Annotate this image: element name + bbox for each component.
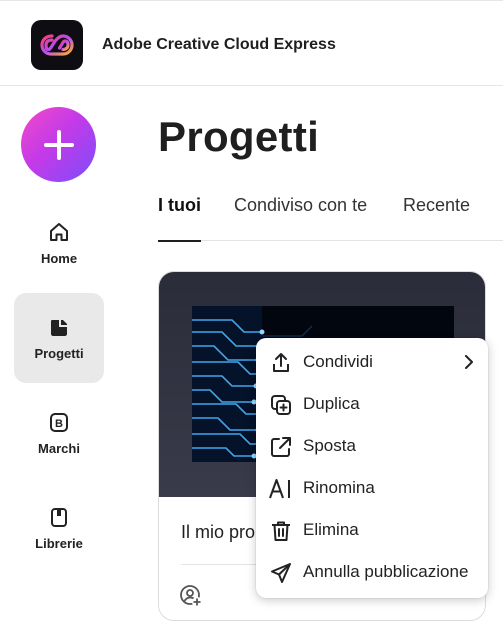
plus-icon [43,129,74,160]
duplicate-icon [269,393,293,417]
app-title: Adobe Creative Cloud Express [102,36,336,53]
library-icon [51,507,67,527]
sidebar-item-home[interactable]: Home [14,198,104,288]
menu-item-label: Rinomina [303,478,375,497]
tab-shared-with-you[interactable]: Condiviso con te [234,195,367,241]
create-button[interactable] [21,107,96,182]
creative-cloud-logo-icon[interactable] [31,20,83,70]
sidebar-item-brands[interactable]: B Marchi [14,388,104,478]
tab-yours[interactable]: I tuoi [158,195,201,242]
tab-recent[interactable]: Recente [403,195,470,241]
move-icon [269,435,293,459]
menu-item-label: Condividi [303,352,373,371]
sidebar-item-label: Marchi [38,440,80,456]
chevron-right-icon [464,355,474,374]
menu-item-label: Sposta [303,436,356,455]
sidebar-item-libraries[interactable]: Librerie [14,483,104,573]
sidebar-item-projects[interactable]: Progetti [14,293,104,383]
trash-icon [269,519,293,543]
menu-item-delete[interactable]: Elimina [256,510,488,550]
menu-item-share[interactable]: Condividi [256,342,488,382]
tab-bar: I tuoi Condiviso con te Recente [158,195,503,242]
project-title[interactable]: Il mio pro [181,522,255,543]
sidebar-item-label: Home [40,250,78,266]
sidebar-item-label: Progetti [34,345,84,361]
menu-item-move[interactable]: Sposta [256,426,488,466]
add-collaborator-icon[interactable] [179,584,203,608]
sidebar: Home Progetti B Marchi Librerie [0,87,118,635]
share-icon [269,351,293,375]
menu-item-label: Elimina [303,520,359,539]
svg-text:B: B [55,418,63,430]
send-icon [269,561,293,585]
brand-icon: B [50,412,68,432]
menu-item-rename[interactable]: Rinomina [256,468,488,508]
sidebar-item-label: Librerie [35,535,83,551]
projects-icon [51,319,67,336]
menu-item-label: Annulla pubblicazione [303,562,469,581]
home-icon [50,222,68,241]
page-title: Progetti [158,113,320,160]
top-header: Adobe Creative Cloud Express [0,0,503,86]
menu-item-duplicate[interactable]: Duplica [256,384,488,424]
rename-icon [269,477,293,501]
context-menu: Condividi Duplica Sposta Rinomina Elimin… [256,338,488,598]
menu-item-label: Duplica [303,394,360,413]
menu-item-unpublish[interactable]: Annulla pubblicazione [256,552,488,592]
